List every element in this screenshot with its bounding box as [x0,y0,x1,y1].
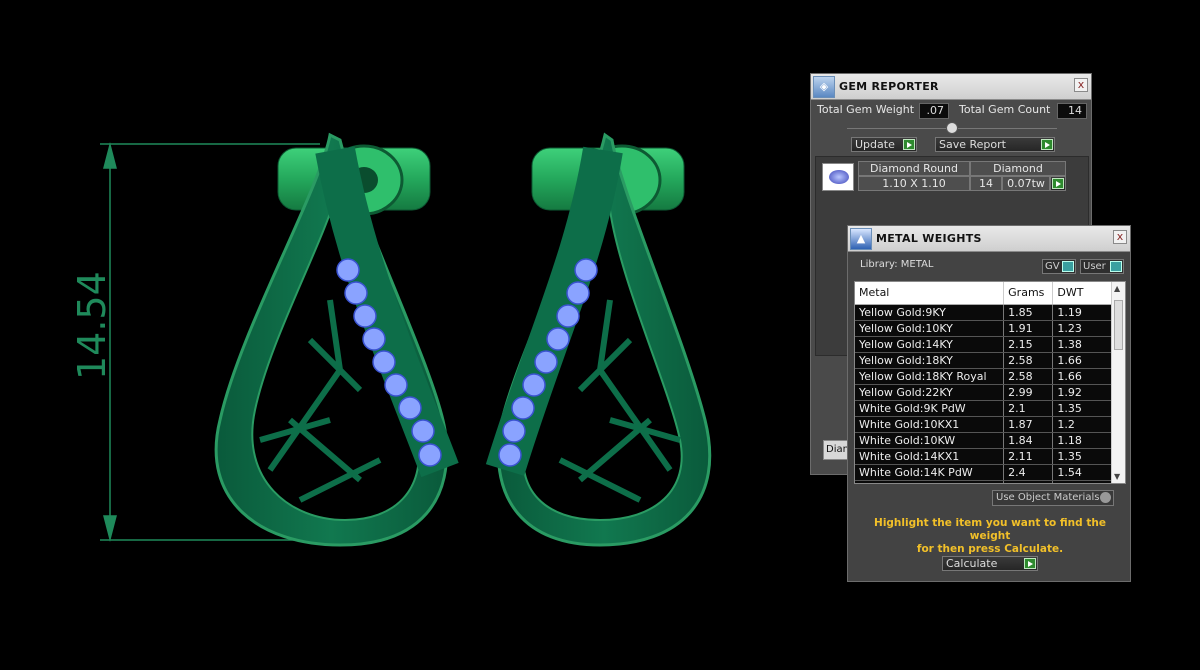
close-icon[interactable]: x [1074,78,1088,92]
dwt-cell: 1.19 [1052,304,1112,321]
grams-cell: 2.11 [1003,448,1054,465]
bottom-tab[interactable]: Diam [823,440,849,460]
gem-type: Diamond [970,161,1066,176]
total-gem-count-value: 14 [1057,103,1087,119]
play-icon [1052,178,1064,189]
table-row[interactable]: White Gold:14KX1 2.11 1.35 [855,448,1112,465]
grams-cell: 1.87 [1003,416,1054,433]
grams-cell: 2.4 [1003,480,1054,483]
grams-cell: 2.1 [1003,400,1054,417]
save-report-button[interactable]: Save Report [935,137,1055,152]
column-header-grams[interactable]: Grams [1003,282,1054,305]
total-gem-weight-value: .07 [919,103,949,119]
dwt-cell: 1.66 [1052,368,1112,385]
dwt-cell: 1.54 [1052,464,1112,481]
metal-cell: White Gold:14KX1 [855,448,1005,465]
gem-reporter-title: GEM REPORTER [839,80,939,93]
scroll-up-icon[interactable]: ▲ [1114,284,1120,293]
toggle-icon [1062,261,1074,272]
total-gem-count-label: Total Gem Count [959,103,1051,116]
column-header-dwt[interactable]: DWT [1052,282,1112,305]
right-earring [485,132,712,547]
left-earring [214,132,459,547]
calculate-button[interactable]: Calculate [942,556,1038,571]
table-row[interactable]: White Gold:14KW2.41.55 [855,480,1112,483]
dwt-cell: 1.23 [1052,320,1112,337]
instruction-text: Highlight the item you want to find the … [874,517,1106,555]
dwt-cell: 1.35 [1052,400,1112,417]
table-row[interactable]: White Gold:10KX1 1.87 1.2 [855,416,1112,433]
vertical-scrollbar[interactable]: ▲ ▼ [1111,282,1125,483]
play-icon [1041,139,1053,150]
dwt-cell: 1.66 [1052,352,1112,369]
gem-weight: 0.07tw [1002,176,1050,191]
total-gem-weight-label: Total Gem Weight [817,103,915,116]
dimension-label: 14.54 [70,271,114,380]
gem-reporter-titlebar[interactable]: ◈ GEM REPORTER x [811,74,1091,100]
scroll-thumb[interactable] [1114,300,1123,350]
dwt-cell: 1.2 [1052,416,1112,433]
close-icon[interactable]: x [1113,230,1127,244]
grams-cell: 1.85 [1003,304,1054,321]
dwt-cell: 1.18 [1052,432,1112,449]
metal-cell: Yellow Gold:22KY [855,384,1005,401]
dwt-cell: 1.92 [1052,384,1112,401]
dwt-cell: 1.38 [1052,336,1112,353]
update-button[interactable]: Update [851,137,917,152]
library-label: Library: METAL [860,259,934,270]
metal-cell: White Gold:14KW [855,480,1005,483]
scroll-down-icon[interactable]: ▼ [1114,472,1120,481]
grams-cell: 2.15 [1003,336,1054,353]
gem-row-go-button[interactable] [1050,176,1066,191]
metal-weights-title: METAL WEIGHTS [876,232,982,245]
table-row[interactable]: Yellow Gold:9KY 1.85 1.19 [855,304,1112,321]
metal-cell: Yellow Gold:14KY [855,336,1005,353]
gem-count: 14 [970,176,1002,191]
metal-cell: White Gold:10KX1 [855,416,1005,433]
metal-cell: Yellow Gold:18KY Royal [855,368,1005,385]
table-row[interactable]: White Gold:14K PdW 2.4 1.54 [855,464,1112,481]
dwt-cell: 1.35 [1052,448,1112,465]
column-header-metal[interactable]: Metal [855,282,1005,305]
gem-shape: Diamond Round [858,161,970,176]
table-row[interactable]: White Gold:9K PdW 2.1 1.35 [855,400,1112,417]
grams-cell: 2.4 [1003,464,1054,481]
use-object-materials-button[interactable]: Use Object Materials [992,490,1114,506]
gem-size: 1.10 X 1.10 [858,176,970,191]
play-icon [1024,558,1036,569]
toggle-icon [1110,261,1122,272]
metal-cell: Yellow Gold:10KY [855,320,1005,337]
metal-cell: White Gold:10KW [855,432,1005,449]
round-gem-icon[interactable] [822,163,854,191]
radio-icon [1100,492,1111,503]
metal-cell: Yellow Gold:9KY [855,304,1005,321]
table-row[interactable]: Yellow Gold:18KY 2.58 1.66 [855,352,1112,369]
metal-cell: White Gold:9K PdW [855,400,1005,417]
collapse-handle-icon[interactable] [946,122,958,134]
metal-cell: Yellow Gold:18KY [855,352,1005,369]
dwt-cell: 1.55 [1052,480,1112,483]
metal-cell: White Gold:14K PdW [855,464,1005,481]
pyramid-icon: ▲ [850,227,872,250]
grams-cell: 2.99 [1003,384,1054,401]
table-row[interactable]: Yellow Gold:22KY 2.99 1.92 [855,384,1112,401]
grams-cell: 1.91 [1003,320,1054,337]
metal-table: Metal Grams DWT Yellow Gold:9KY 1.85 1.19 Y… [854,281,1126,484]
user-toggle[interactable]: User [1080,259,1124,274]
table-row[interactable]: Yellow Gold:18KY Royal 2.58 1.66 [855,368,1112,385]
metal-weights-panel: ▲ METAL WEIGHTS x Library: METAL GV User… [847,225,1131,582]
gv-toggle[interactable]: GV [1042,259,1076,274]
metal-weights-titlebar[interactable]: ▲ METAL WEIGHTS x [848,226,1130,252]
play-icon [903,139,915,150]
table-row[interactable]: White Gold:10KW 1.84 1.18 [855,432,1112,449]
gem-reporter-icon: ◈ [813,75,835,98]
grams-cell: 1.84 [1003,432,1054,449]
grams-cell: 2.58 [1003,368,1054,385]
table-row[interactable]: Yellow Gold:14KY 2.15 1.38 [855,336,1112,353]
table-row[interactable]: Yellow Gold:10KY 1.91 1.23 [855,320,1112,337]
grams-cell: 2.58 [1003,352,1054,369]
